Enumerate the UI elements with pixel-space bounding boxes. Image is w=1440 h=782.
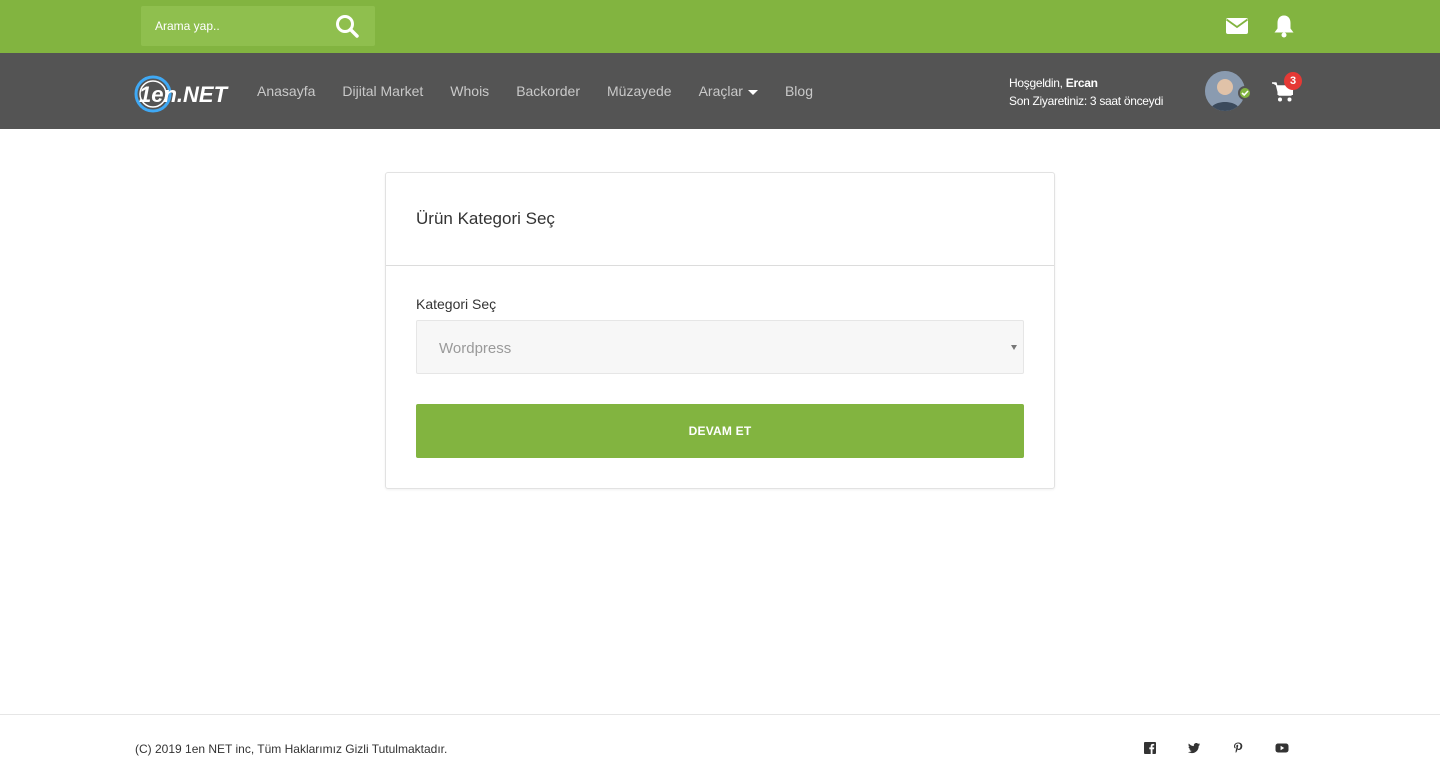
nav-item-blog[interactable]: Blog bbox=[785, 83, 813, 99]
category-select-value: Wordpress bbox=[439, 340, 512, 357]
logo-text: 1en.NET bbox=[139, 82, 229, 107]
user-name: Ercan bbox=[1065, 76, 1098, 90]
category-label: Kategori Seç bbox=[416, 296, 497, 312]
continue-button[interactable]: DEVAM ET bbox=[416, 404, 1024, 458]
welcome-prefix: Hoşgeldin, bbox=[1009, 76, 1063, 90]
search-input[interactable] bbox=[141, 6, 331, 46]
copyright-text: (C) 2019 1en NET inc, Tüm Haklarımız Giz… bbox=[135, 742, 448, 756]
nav-item-araclar-label: Araçlar bbox=[698, 83, 743, 99]
nav-item-muzayede[interactable]: Müzayede bbox=[607, 83, 672, 99]
top-bar bbox=[0, 0, 1440, 53]
envelope-icon[interactable] bbox=[1224, 13, 1250, 39]
nav-item-anasayfa[interactable]: Anasayfa bbox=[257, 83, 315, 99]
footer: (C) 2019 1en NET inc, Tüm Haklarımız Giz… bbox=[0, 714, 1440, 782]
site-logo[interactable]: 1en.NET bbox=[134, 75, 238, 113]
cart-count-badge: 3 bbox=[1284, 72, 1302, 90]
search-box bbox=[141, 6, 375, 46]
youtube-icon[interactable] bbox=[1275, 741, 1289, 755]
card-divider bbox=[386, 265, 1054, 266]
nav-item-dijital-market[interactable]: Dijital Market bbox=[342, 83, 423, 99]
main-menu: Anasayfa Dijital Market Whois Backorder … bbox=[257, 53, 840, 129]
pinterest-icon[interactable] bbox=[1231, 741, 1245, 755]
online-status-icon bbox=[1238, 86, 1252, 100]
nav-item-whois[interactable]: Whois bbox=[450, 83, 489, 99]
search-icon[interactable] bbox=[333, 12, 361, 40]
bell-icon[interactable] bbox=[1271, 13, 1297, 39]
main-navbar: 1en.NET Anasayfa Dijital Market Whois Ba… bbox=[0, 53, 1440, 129]
chevron-down-icon bbox=[1011, 345, 1017, 350]
facebook-icon[interactable] bbox=[1143, 741, 1157, 755]
card-title: Ürün Kategori Seç bbox=[416, 209, 555, 228]
caret-down-icon bbox=[747, 90, 758, 95]
category-select-card: Ürün Kategori Seç Kategori Seç Wordpress… bbox=[385, 172, 1055, 489]
nav-item-araclar[interactable]: Araçlar bbox=[699, 83, 758, 99]
twitter-icon[interactable] bbox=[1187, 741, 1201, 755]
nav-item-backorder[interactable]: Backorder bbox=[516, 83, 580, 99]
last-visit: Son Ziyaretiniz: 3 saat önceydi bbox=[1009, 94, 1164, 108]
welcome-text: Hoşgeldin, Ercan Son Ziyaretiniz: 3 saat… bbox=[1009, 74, 1163, 110]
category-select[interactable]: Wordpress bbox=[416, 320, 1024, 374]
